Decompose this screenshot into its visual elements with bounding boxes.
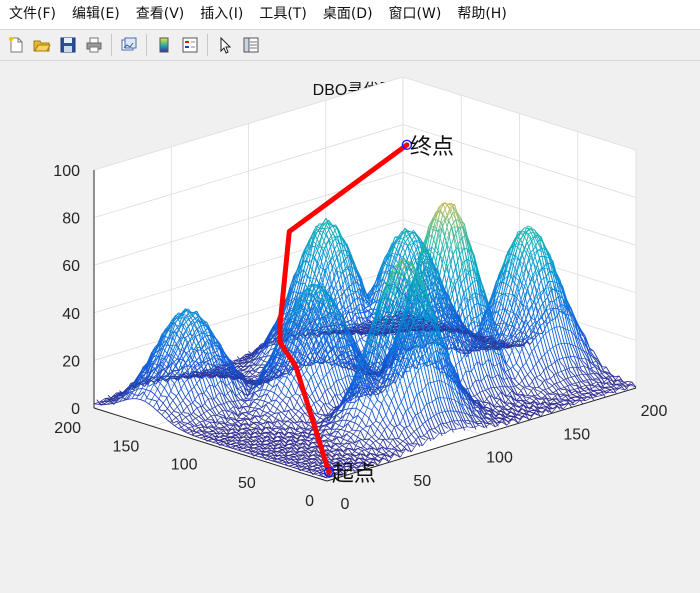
z-tick-label: 100 xyxy=(53,163,80,180)
mesh-segment xyxy=(388,265,392,266)
toolbar-separator xyxy=(207,34,208,56)
print-icon[interactable] xyxy=(83,34,105,56)
y-tick-label: 50 xyxy=(238,475,256,492)
menu-tools[interactable]: 工具(T) xyxy=(251,0,314,29)
x-tick-label: 200 xyxy=(641,403,668,420)
y-tick-label: 100 xyxy=(171,457,198,474)
legend-icon[interactable] xyxy=(179,34,201,56)
x-tick-label: 50 xyxy=(413,473,431,490)
figure-canvas: DBO寻优路径 05010015020005010015020002040608… xyxy=(0,62,700,589)
menu-view[interactable]: 查看(V) xyxy=(128,0,193,29)
z-tick-label: 40 xyxy=(62,306,80,323)
property-editor-icon[interactable] xyxy=(240,34,262,56)
menu-window[interactable]: 窗口(W) xyxy=(381,0,450,29)
x-tick-label: 0 xyxy=(341,496,350,513)
y-tick-label: 0 xyxy=(305,493,314,510)
z-tick-label: 20 xyxy=(62,353,80,370)
figure-toolbar xyxy=(0,29,700,61)
menu-file[interactable]: 文件(F) xyxy=(0,0,64,29)
x-tick-label: 100 xyxy=(486,450,513,467)
z-tick-label: 0 xyxy=(71,401,80,418)
mesh-segment xyxy=(250,376,254,377)
colorbar-icon[interactable] xyxy=(153,34,175,56)
menu-edit[interactable]: 编辑(E) xyxy=(64,0,128,29)
surface-chart[interactable]: DBO寻优路径 05010015020005010015020002040608… xyxy=(0,62,700,589)
y-tick-label: 150 xyxy=(113,438,140,455)
y-tick-label: 200 xyxy=(54,420,81,437)
link-plot-icon[interactable] xyxy=(118,34,140,56)
save-icon[interactable] xyxy=(57,34,79,56)
menu-help[interactable]: 帮助(H) xyxy=(449,0,514,29)
toolbar-separator xyxy=(111,34,112,56)
z-tick-label: 60 xyxy=(62,258,80,275)
x-tick-label: 150 xyxy=(563,426,590,443)
menu-desktop[interactable]: 桌面(D) xyxy=(315,0,381,29)
z-tick-label: 80 xyxy=(62,211,80,228)
menu-insert[interactable]: 插入(I) xyxy=(192,0,251,29)
menu-bar: 文件(F) 编辑(E) 查看(V) 插入(I) 工具(T) 桌面(D) 窗口(W… xyxy=(0,0,700,29)
pointer-icon[interactable] xyxy=(214,34,236,56)
toolbar-separator xyxy=(146,34,147,56)
open-file-icon[interactable] xyxy=(31,34,53,56)
new-figure-icon[interactable] xyxy=(5,34,27,56)
